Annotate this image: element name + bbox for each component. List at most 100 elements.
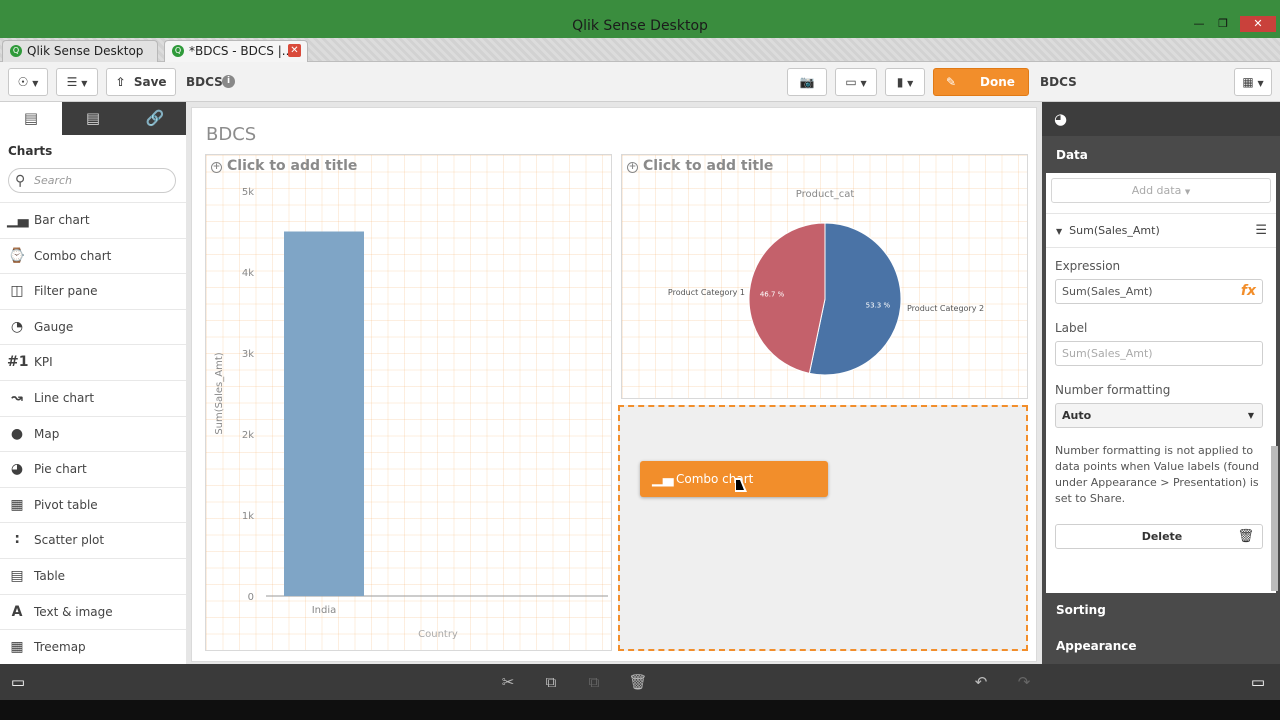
app-name: BDCS: [186, 75, 223, 89]
number-formatting-note: Number formatting is not applied to data…: [1055, 444, 1260, 505]
properties-panel: ◕ Data Add data ▼ ▼ Sum(Sales_Amt) ☰ Exp…: [1042, 102, 1280, 664]
chart-item-text-image[interactable]: A Text & image: [0, 593, 186, 630]
tab-master-items[interactable]: 🔗: [124, 102, 186, 135]
add-data-button[interactable]: Add data ▼: [1051, 178, 1271, 203]
bar-chart-svg: 0 1k 2k 3k 4k 5k India Country Sum(Sales_Amt): [214, 187, 608, 640]
pivot-table-icon: ▦: [10, 496, 24, 513]
label-placeholder: Sum(Sales_Amt): [1062, 347, 1153, 360]
chevron-down-icon: ▼: [907, 79, 914, 88]
navigation-button[interactable]: ☉ ▼: [8, 68, 48, 96]
sheet-title[interactable]: BDCS: [206, 124, 256, 145]
undo-icon[interactable]: ↶: [967, 668, 995, 696]
story-button[interactable]: ▭ ▼: [835, 68, 877, 96]
y-tick-label: 3k: [242, 349, 254, 360]
close-tab-icon[interactable]: ✕: [288, 44, 301, 57]
pie-chart-svg: Product_cat 53.3 % Product Category 2 46.7 …: [668, 189, 984, 376]
chevron-down-icon: ▼: [32, 79, 39, 88]
chevron-down-icon: ▼: [860, 79, 867, 88]
search-input[interactable]: ⚲ Search: [8, 168, 176, 193]
chart-item-label: Scatter plot: [34, 533, 105, 548]
bookmark-button[interactable]: ▮ ▼: [885, 68, 925, 96]
drag-handle-icon[interactable]: ☰: [1255, 214, 1267, 247]
chart-item-pie-chart[interactable]: ◕ Pie chart: [0, 451, 186, 487]
paste-icon[interactable]: ⧉: [580, 668, 608, 696]
fx-icon[interactable]: fx: [1241, 280, 1256, 303]
data-section-header[interactable]: Data: [1042, 137, 1280, 173]
pie-value-label: 53.3 %: [866, 302, 891, 310]
done-button[interactable]: ✎ Done: [933, 68, 1029, 96]
chart-item-label: Pie chart: [34, 462, 87, 477]
tab-charts[interactable]: ▤: [0, 102, 62, 135]
y-tick-label: 2k: [242, 430, 254, 441]
measure-item[interactable]: ▼ Sum(Sales_Amt) ☰: [1046, 213, 1276, 248]
restore-icon[interactable]: ❐: [1210, 16, 1236, 32]
kpi-icon: #1: [7, 354, 29, 371]
number-formatting-select[interactable]: Auto ▼: [1055, 403, 1263, 428]
properties-scrollbar[interactable]: [1271, 446, 1278, 591]
chart-item-combo-chart[interactable]: ⌚ Combo chart: [0, 237, 186, 274]
cut-icon[interactable]: ✂: [494, 668, 522, 696]
minimize-icon[interactable]: —: [1186, 16, 1212, 32]
document-icon: ▤: [85, 109, 101, 127]
sheets-button[interactable]: ▦ ▼: [1234, 68, 1272, 96]
expression-value: Sum(Sales_Amt): [1062, 285, 1153, 298]
bar-chart-object[interactable]: + Click to add title 0 1k 2k 3k 4k 5k India Coun…: [205, 154, 612, 651]
pie-chart-icon: ◕: [10, 461, 24, 478]
appearance-section-header[interactable]: Appearance: [1042, 628, 1280, 664]
toggle-properties-icon[interactable]: ▭: [1244, 668, 1272, 696]
chart-item-gauge[interactable]: ◔ Gauge: [0, 308, 186, 345]
done-label: Done: [980, 75, 1015, 89]
chart-item-label: Gauge: [34, 319, 74, 334]
delete-icon[interactable]: 🗑: [624, 668, 652, 696]
chart-item-kpi[interactable]: #1 KPI: [0, 344, 186, 380]
assets-tabs: ▤ ▤ 🔗: [0, 102, 186, 135]
pie-chart-object[interactable]: + Click to add title Product_cat 53.3 % Pro…: [621, 154, 1028, 399]
label-label: Label: [1055, 321, 1088, 335]
tab-app[interactable]: Q *BDCS - BDCS |... ✕: [164, 40, 308, 62]
charts-heading: Charts: [8, 144, 53, 158]
chart-item-treemap[interactable]: ▦ Treemap: [0, 629, 186, 665]
sorting-section-header[interactable]: Sorting: [1042, 592, 1280, 628]
chart-item-map[interactable]: ● Map: [0, 415, 186, 452]
chart-item-bar-chart[interactable]: ▁▄ Bar chart: [0, 202, 186, 238]
tab-hub[interactable]: Q Qlik Sense Desktop hub: [2, 40, 158, 78]
toggle-assets-icon[interactable]: ▭: [4, 668, 32, 696]
drop-zone[interactable]: [618, 405, 1028, 651]
chart-item-scatter-plot[interactable]: ∶ Scatter plot: [0, 522, 186, 558]
y-tick-label: 1k: [242, 511, 254, 522]
copy-icon[interactable]: ⧉: [537, 668, 565, 696]
collapse-icon: ▼: [1056, 227, 1063, 236]
menu-list-icon: ☰: [66, 75, 78, 89]
measure-label: Sum(Sales_Amt): [1069, 224, 1160, 237]
info-icon[interactable]: i: [222, 75, 235, 88]
save-button[interactable]: ⇧ Save: [106, 68, 176, 96]
chart-item-filter-pane[interactable]: ◫ Filter pane: [0, 273, 186, 309]
y-tick-label: 4k: [242, 268, 254, 279]
y-axis-label: Sum(Sales_Amt): [214, 352, 225, 434]
chart-item-label: KPI: [34, 355, 53, 370]
expression-field[interactable]: Sum(Sales_Amt) fx: [1055, 279, 1263, 304]
bar-chart-icon: ▤: [23, 109, 39, 127]
properties-header: ◕: [1042, 102, 1280, 136]
redo-icon[interactable]: ↷: [1010, 668, 1038, 696]
label-field[interactable]: Sum(Sales_Amt): [1055, 341, 1263, 366]
screen-bottom-edge: [0, 700, 1280, 720]
close-window-icon[interactable]: ✕: [1240, 16, 1276, 32]
window-title-bar: Qlik Sense Desktop — ❐ ✕: [0, 0, 1280, 38]
number-formatting-label: Number formatting: [1055, 383, 1171, 397]
gauge-icon: ◔: [10, 318, 24, 335]
delete-label: Delete: [1141, 530, 1183, 543]
chart-item-label: Pivot table: [34, 497, 98, 512]
chart-item-pivot-table[interactable]: ▦ Pivot table: [0, 486, 186, 523]
search-icon: ⚲: [15, 173, 26, 189]
treemap-icon: ▦: [10, 639, 24, 656]
chart-item-table[interactable]: ▤ Table: [0, 557, 186, 594]
trash-icon: 🗑: [1237, 529, 1254, 544]
dragged-combo-chart[interactable]: ▁▄ Combo chart: [640, 461, 828, 497]
global-menu-button[interactable]: ☰ ▼: [56, 68, 98, 96]
delete-button[interactable]: Delete 🗑: [1055, 524, 1263, 549]
snapshot-button[interactable]: 📷: [787, 68, 827, 96]
window-title: Qlik Sense Desktop: [572, 18, 708, 34]
chart-item-line-chart[interactable]: ↝ Line chart: [0, 379, 186, 416]
tab-fields[interactable]: ▤: [62, 102, 124, 135]
